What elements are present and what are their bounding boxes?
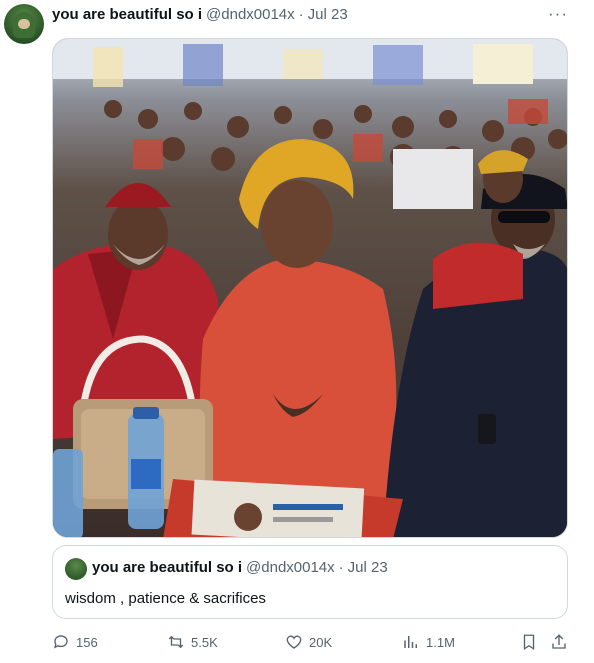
action-bar: 156 5.5K 20K 1.1M [52, 633, 576, 653]
views-icon [404, 636, 417, 648]
tweet-photo[interactable] [52, 38, 568, 538]
bookmark-icon [523, 634, 535, 651]
author-name[interactable]: you are beautiful so i [52, 6, 202, 23]
more-icon[interactable]: ··· [548, 4, 568, 24]
header-separator: · [298, 5, 304, 23]
like-icon [286, 635, 302, 649]
photo-illustration [53, 39, 567, 537]
views-button[interactable]: 1.1M [402, 633, 455, 651]
retweet-count: 5.5K [191, 634, 218, 650]
quoted-tweet-header: you are beautiful so i @dndx0014x · Jul … [92, 559, 388, 576]
reply-button[interactable]: 156 [52, 633, 98, 651]
tweet-date[interactable]: Jul 23 [308, 6, 348, 23]
reply-icon [53, 635, 68, 649]
avatar-face [18, 19, 30, 29]
share-button[interactable] [550, 633, 574, 651]
like-count: 20K [309, 634, 333, 650]
like-button[interactable]: 20K [285, 633, 332, 651]
quoted-header-separator: · [338, 559, 344, 576]
author-avatar[interactable] [4, 4, 44, 44]
reply-count: 156 [76, 634, 98, 650]
retweet-icon [168, 635, 184, 649]
view-count: 1.1M [426, 634, 455, 650]
tweet-header: you are beautiful so i @dndx0014x · Jul … [52, 4, 348, 24]
quoted-tweet[interactable]: you are beautiful so i @dndx0014x · Jul … [52, 545, 568, 619]
quoted-author-handle[interactable]: @dndx0014x [246, 559, 335, 576]
quoted-tweet-text: wisdom , patience & sacrifices [65, 590, 266, 607]
retweet-button[interactable]: 5.5K [167, 633, 218, 651]
author-handle[interactable]: @dndx0014x [206, 6, 295, 23]
share-icon [552, 634, 566, 649]
quoted-author-name[interactable]: you are beautiful so i [92, 559, 242, 576]
quoted-author-avatar[interactable] [65, 558, 87, 580]
quoted-tweet-date[interactable]: Jul 23 [348, 559, 388, 576]
bookmark-button[interactable] [520, 633, 544, 651]
